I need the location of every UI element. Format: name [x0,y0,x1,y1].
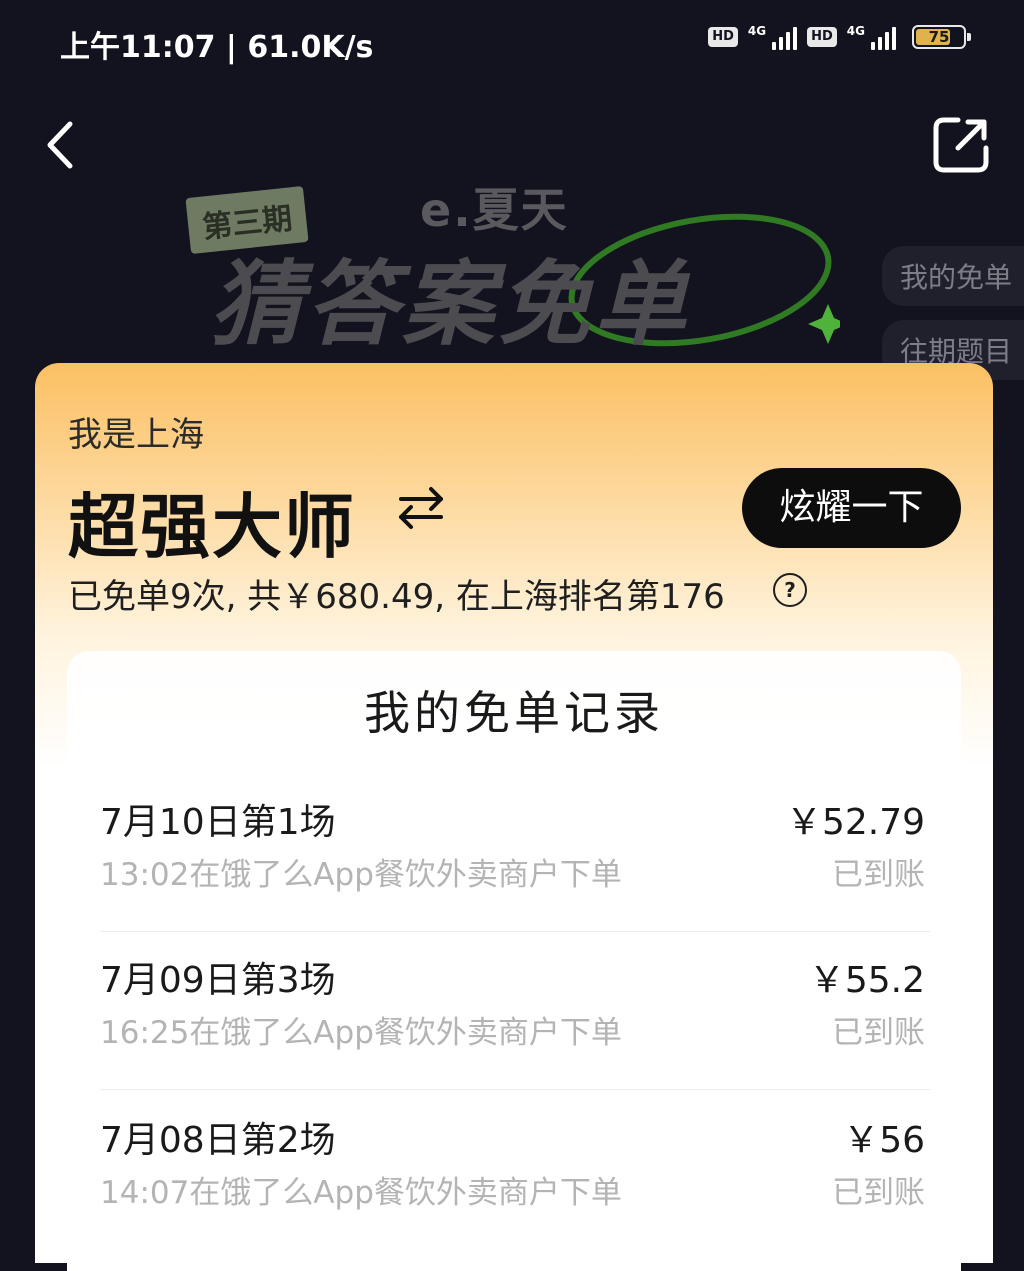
record-amount: ￥55.2 [808,960,925,1001]
rank-title: 超强大师 [68,486,356,568]
status-bar: 上午11:07 | 61.0K/s HD 4G HD 4G 75 [0,0,1024,86]
status-time: 上午11:07 | 61.0K/s [60,30,374,65]
chevron-left-icon [47,121,73,169]
battery-level: 75 [928,28,950,46]
flaunt-button[interactable]: 炫耀一下 [742,468,961,548]
record-status: 已到账 [832,857,925,893]
records-title: 我的免单记录 [364,686,664,740]
record-title: 7月09日第3场 [100,960,336,1001]
network-type-label: 4G [747,24,767,38]
record-status: 已到账 [832,1015,925,1051]
user-rank-card: 我是上海 超强大师 炫耀一下 已免单9次, 共￥680.49, 在上海排名第17… [35,363,993,1271]
back-button[interactable] [40,118,84,172]
record-detail: 13:02在饿了么App餐饮外卖商户下单 [100,857,622,893]
record-status: 已到账 [832,1175,925,1211]
record-amount: ￥56 [843,1120,925,1161]
share-icon [933,117,989,173]
tab-my-free-orders[interactable]: 我的免单 [881,246,1024,306]
record-row[interactable]: 7月08日第2场 14:07在饿了么App餐饮外卖商户下单 ￥56 已到账 [100,1091,930,1249]
hd-icon: HD [708,27,738,47]
status-icons: HD 4G HD 4G 75 [708,24,971,50]
record-detail: 16:25在饿了么App餐饮外卖商户下单 [100,1015,622,1051]
battery-tip [967,33,971,41]
record-title: 7月08日第2场 [100,1120,336,1161]
city-label: 我是上海 [68,415,204,455]
hd-icon: HD [807,27,837,47]
signal-icon [772,24,798,50]
record-detail: 14:07在饿了么App餐饮外卖商户下单 [100,1175,622,1211]
swap-icon[interactable] [395,485,447,529]
campaign-banner: 第三期 e.夏天 猜答案免单 [180,160,900,360]
network-type-label: 4G [846,24,865,38]
record-row[interactable]: 7月10日第1场 13:02在饿了么App餐饮外卖商户下单 ￥52.79 已到账 [100,773,930,932]
record-title: 7月10日第1场 [100,802,336,843]
signal-icon [871,24,896,50]
banner-title: 猜答案免单 [210,251,691,358]
share-button[interactable] [930,114,992,176]
record-amount: ￥52.79 [785,802,925,843]
free-order-records: 我的免单记录 7月10日第1场 13:02在饿了么App餐饮外卖商户下单 ￥52… [67,651,961,1271]
battery-icon: 75 [912,25,971,49]
help-icon[interactable]: ? [773,573,807,607]
free-order-summary: 已免单9次, 共￥680.49, 在上海排名第176 [68,577,725,617]
record-row[interactable]: 7月09日第3场 16:25在饿了么App餐饮外卖商户下单 ￥55.2 已到账 [100,931,930,1090]
